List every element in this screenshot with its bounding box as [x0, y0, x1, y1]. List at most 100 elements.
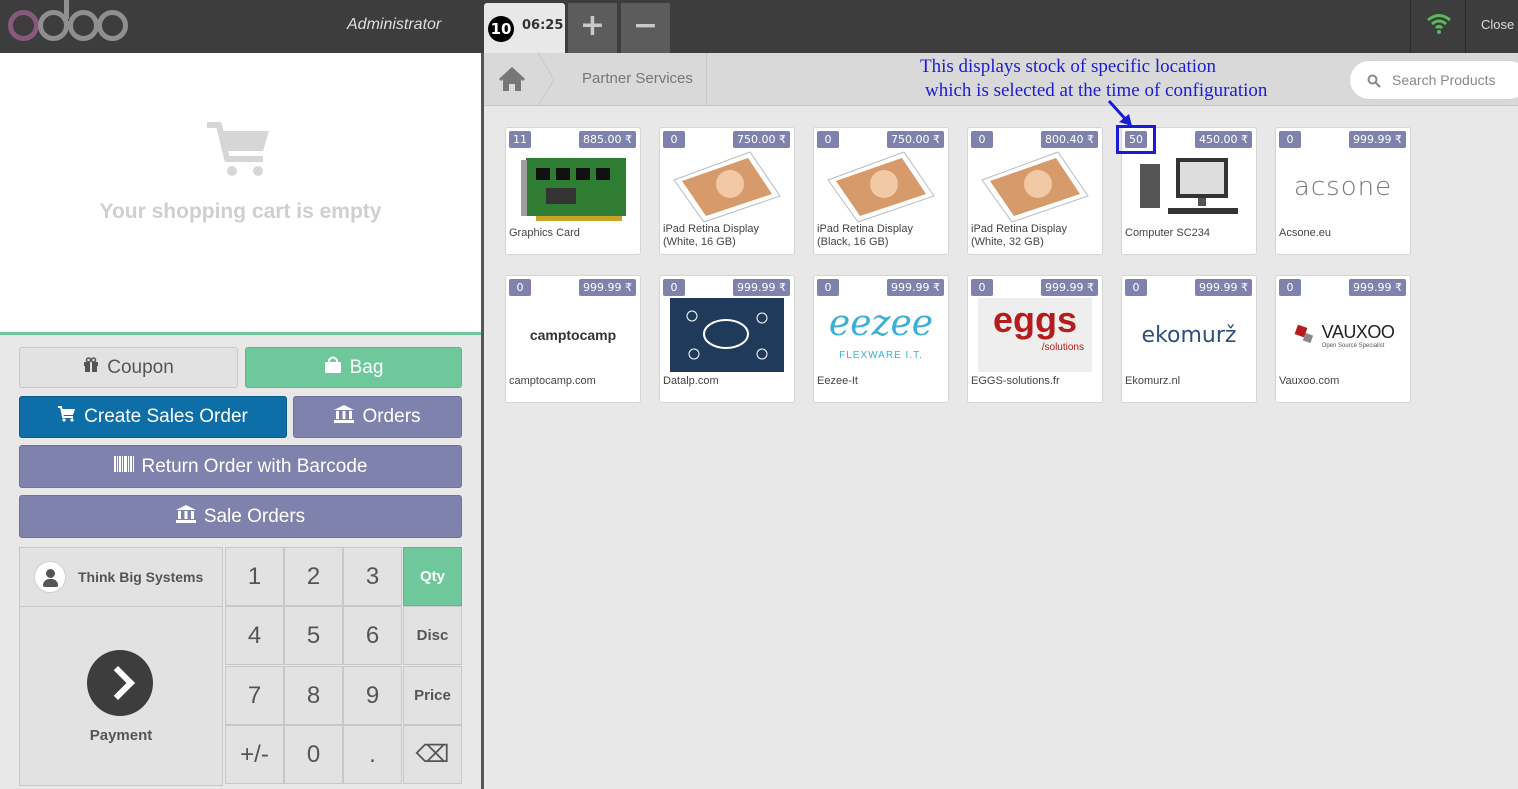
shopping-bag-icon [324, 356, 342, 380]
numpad-key-1[interactable]: 1 [225, 547, 284, 606]
eggs-logo: eggs /solutions [978, 298, 1092, 372]
breadcrumb-separator [536, 52, 556, 107]
order-pane: Your shopping cart is empty Coupon Bag C… [0, 53, 481, 789]
bag-label: Bag [349, 356, 384, 378]
user-name[interactable]: Administrator [347, 16, 441, 34]
top-bar: Administrator 10 06:25 + − Close [0, 0, 1518, 53]
breadcrumb-category[interactable]: Partner Services [582, 70, 693, 87]
coupon-button[interactable]: Coupon [19, 347, 238, 388]
price-badge: 800.40 ₹ [1041, 131, 1098, 148]
bag-button[interactable]: Bag [245, 347, 462, 388]
payment-button[interactable]: Payment [19, 607, 223, 786]
coupon-label: Coupon [107, 356, 174, 378]
numpad-key-7[interactable]: 7 [225, 666, 284, 725]
numpad-key-sign[interactable]: +/- [225, 725, 284, 784]
search-placeholder: Search Products [1392, 72, 1496, 88]
price-badge: 999.99 ₹ [1041, 279, 1098, 296]
annotation-line-1: This displays stock of specific location [920, 56, 1217, 77]
ekomurz-logo: ekomurž [1141, 322, 1237, 348]
cart-area: Your shopping cart is empty [0, 53, 481, 335]
numpad: 1 2 3 Qty 4 5 6 Disc 7 8 9 Price +/- 0 .… [225, 547, 462, 786]
stock-badge: 0 [509, 279, 531, 296]
remove-order-button[interactable]: − [621, 3, 670, 53]
numpad-key-4[interactable]: 4 [225, 606, 284, 665]
ipad-image [978, 150, 1092, 224]
price-badge: 999.99 ₹ [1349, 131, 1406, 148]
eezee-logo: eezee FLEXWARE I.T. [828, 303, 934, 361]
product-card[interactable]: 0 999.99 ₹ camptocamp camptocamp.com [505, 275, 641, 403]
stock-badge: 0 [1125, 279, 1147, 296]
return-order-button[interactable]: Return Order with Barcode [19, 445, 462, 488]
product-card[interactable]: 0 999.99 ₹ VAUXOO Open Source Specialist… [1275, 275, 1411, 403]
product-name: Ekomurz.nl [1125, 375, 1181, 387]
product-card[interactable]: 0 999.99 ₹ eezee FLEXWARE I.T. Eezee-It [813, 275, 949, 403]
camptocamp-logo: camptocamp [529, 327, 617, 343]
customer-button[interactable]: Think Big Systems [19, 547, 223, 607]
wifi-icon[interactable] [1410, 0, 1466, 53]
stock-badge: 0 [1279, 131, 1301, 148]
numpad-key-dot[interactable]: . [343, 725, 402, 784]
product-card[interactable]: 0 750.00 ₹ iPad Retina Display (White, 1… [659, 127, 795, 255]
customer-name: Think Big Systems [78, 569, 204, 585]
numpad-key-9[interactable]: 9 [343, 666, 402, 725]
add-order-button[interactable]: + [568, 3, 617, 53]
numpad-key-5[interactable]: 5 [284, 606, 343, 665]
mode-disc-button[interactable]: Disc [403, 606, 462, 665]
product-card[interactable]: 0 999.99 ₹ ekomurž Ekomurz.nl [1121, 275, 1257, 403]
price-badge: 885.00 ₹ [579, 131, 636, 148]
numpad-key-6[interactable]: 6 [343, 606, 402, 665]
mode-qty-button[interactable]: Qty [403, 547, 462, 606]
cart-icon [205, 121, 271, 183]
sale-orders-button[interactable]: Sale Orders [19, 495, 462, 538]
product-card[interactable]: 0 999.99 ₹ Datalp.com [659, 275, 795, 403]
product-name: camptocamp.com [509, 375, 596, 387]
product-name: EGGS-solutions.fr [971, 375, 1060, 387]
product-card[interactable]: 0 999.99 ₹ acsone Acsone.eu [1275, 127, 1411, 255]
create-sales-order-button[interactable]: Create Sales Order [19, 396, 287, 438]
order-time: 06:25 [522, 18, 564, 33]
stock-highlight-box [1116, 125, 1156, 154]
price-badge: 999.99 ₹ [1195, 279, 1252, 296]
mode-price-button[interactable]: Price [403, 666, 462, 725]
ipad-image [670, 150, 784, 224]
product-card[interactable]: 0 999.99 ₹ eggs /solutions EGGS-solution… [967, 275, 1103, 403]
price-badge: 999.99 ₹ [579, 279, 636, 296]
odoo-logo [8, 0, 128, 46]
stock-badge: 0 [663, 279, 685, 296]
user-icon [34, 561, 66, 593]
numpad-key-8[interactable]: 8 [284, 666, 343, 725]
orders-label: Orders [362, 406, 421, 427]
stock-badge: 11 [509, 131, 531, 148]
price-badge: 750.00 ₹ [887, 131, 944, 148]
price-badge: 750.00 ₹ [733, 131, 790, 148]
product-name: iPad Retina Display (Black, 16 GB) [817, 223, 913, 248]
computer-image [1132, 150, 1246, 224]
numpad-key-0[interactable]: 0 [284, 725, 343, 784]
backspace-icon[interactable]: ⌫ [403, 725, 462, 784]
numpad-key-3[interactable]: 3 [343, 547, 402, 606]
search-input[interactable]: Search Products [1349, 60, 1518, 100]
price-badge: 450.00 ₹ [1195, 131, 1252, 148]
bank-icon [334, 405, 355, 429]
acsone-logo: acsone [1293, 172, 1393, 202]
datalp-image [670, 298, 784, 372]
product-card[interactable]: 0 750.00 ₹ iPad Retina Display (Black, 1… [813, 127, 949, 255]
cart-empty-message: Your shopping cart is empty [99, 200, 382, 223]
gift-icon [83, 356, 99, 379]
numpad-key-2[interactable]: 2 [284, 547, 343, 606]
product-name: Vauxoo.com [1279, 375, 1340, 387]
product-name: Eezee-It [817, 375, 858, 387]
product-card[interactable]: 11 885.00 ₹ Graphics Card [505, 127, 641, 255]
annotation-line-2: which is selected at the time of configu… [925, 80, 1268, 101]
price-badge: 999.99 ₹ [887, 279, 944, 296]
stock-badge: 0 [817, 131, 839, 148]
product-name: Datalp.com [663, 375, 719, 387]
orders-button[interactable]: Orders [293, 396, 462, 438]
stock-badge: 0 [1279, 279, 1301, 296]
breadcrumb-divider [706, 53, 707, 106]
product-card[interactable]: 0 800.40 ₹ iPad Retina Display (White, 3… [967, 127, 1103, 255]
close-button[interactable]: Close [1481, 17, 1514, 32]
ipad-image [824, 150, 938, 224]
order-tab[interactable]: 10 06:25 [484, 3, 565, 53]
product-name: iPad Retina Display (White, 32 GB) [971, 223, 1067, 248]
